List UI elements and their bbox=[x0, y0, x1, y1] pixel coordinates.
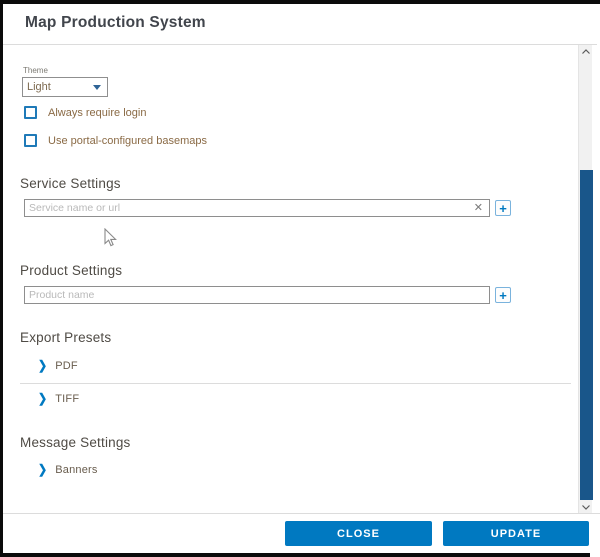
frame-edge-left bbox=[0, 0, 3, 557]
product-name-input[interactable] bbox=[25, 287, 489, 303]
add-service-button[interactable]: + bbox=[495, 200, 511, 216]
scroll-down-icon[interactable] bbox=[579, 501, 593, 513]
add-product-button[interactable]: + bbox=[495, 287, 511, 303]
expand-row-label: Banners bbox=[55, 464, 97, 476]
map-production-system-dialog: Map Production System Theme Light Always… bbox=[0, 0, 600, 557]
close-button[interactable]: CLOSE bbox=[285, 521, 432, 546]
export-preset-pdf-toggle[interactable]: ❯ PDF bbox=[38, 360, 78, 372]
clear-icon[interactable]: ✕ bbox=[468, 203, 489, 214]
service-input-wrap: ✕ bbox=[24, 199, 490, 217]
portal-basemaps-row: Use portal-configured basemaps bbox=[24, 134, 207, 147]
plus-icon: + bbox=[499, 202, 507, 215]
expand-row-label: TIFF bbox=[55, 393, 79, 405]
dialog-title: Map Production System bbox=[25, 14, 206, 32]
always-require-login-row: Always require login bbox=[24, 106, 146, 119]
frame-edge-bottom bbox=[0, 553, 590, 557]
update-button[interactable]: UPDATE bbox=[443, 521, 589, 546]
portal-basemaps-checkbox[interactable] bbox=[24, 134, 37, 147]
theme-select[interactable]: Light bbox=[22, 77, 108, 97]
footer-divider bbox=[3, 513, 600, 514]
export-preset-tiff-toggle[interactable]: ❯ TIFF bbox=[38, 393, 79, 405]
expand-row-label: PDF bbox=[55, 360, 78, 372]
chevron-right-icon: ❯ bbox=[38, 464, 47, 477]
banners-toggle[interactable]: ❯ Banners bbox=[38, 464, 98, 476]
message-settings-heading: Message Settings bbox=[20, 435, 131, 450]
plus-icon: + bbox=[499, 289, 507, 302]
frame-edge-top bbox=[0, 0, 600, 4]
checkbox-label: Use portal-configured basemaps bbox=[48, 135, 207, 147]
chevron-right-icon: ❯ bbox=[38, 360, 47, 373]
mouse-cursor-icon bbox=[103, 228, 117, 252]
chevron-right-icon: ❯ bbox=[38, 393, 47, 406]
service-name-input[interactable] bbox=[25, 200, 468, 216]
header-divider bbox=[3, 44, 597, 45]
caret-down-icon bbox=[93, 85, 101, 90]
scrollbar-thumb[interactable] bbox=[580, 170, 593, 500]
scroll-up-icon[interactable] bbox=[579, 45, 593, 57]
checkbox-label: Always require login bbox=[48, 107, 146, 119]
product-settings-heading: Product Settings bbox=[20, 263, 122, 278]
product-input-wrap bbox=[24, 286, 490, 304]
service-settings-heading: Service Settings bbox=[20, 176, 121, 191]
always-require-login-checkbox[interactable] bbox=[24, 106, 37, 119]
export-presets-heading: Export Presets bbox=[20, 330, 111, 345]
presets-divider bbox=[20, 383, 571, 384]
theme-selected-value: Light bbox=[27, 81, 51, 93]
vertical-scrollbar[interactable] bbox=[578, 45, 592, 513]
theme-label: Theme bbox=[23, 66, 48, 75]
